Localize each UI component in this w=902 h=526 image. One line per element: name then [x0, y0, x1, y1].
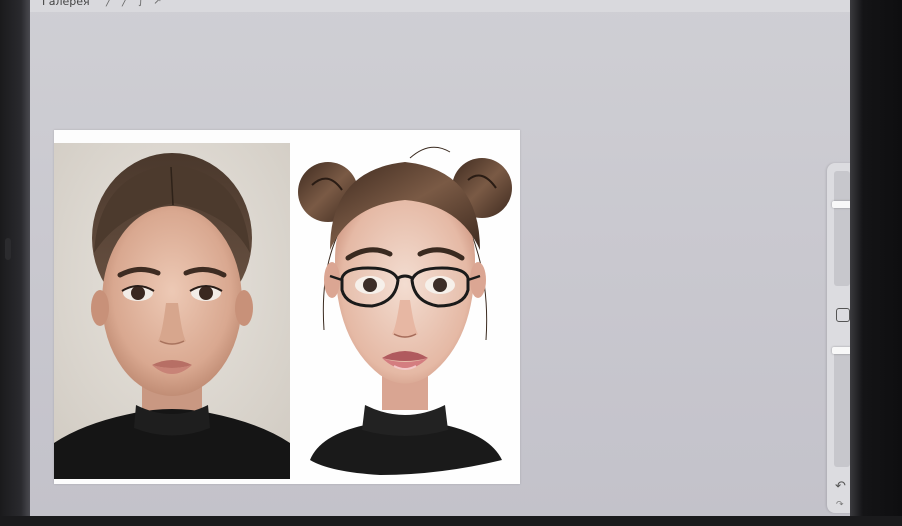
selection-icon[interactable]: ∫ [138, 0, 153, 7]
magic-wand-icon[interactable]: ╱ [122, 0, 138, 7]
drawing-canvas[interactable] [54, 130, 520, 484]
brush-size-slider[interactable] [834, 171, 850, 286]
reference-photo [54, 143, 290, 479]
tablet-bezel-right [850, 0, 902, 526]
illustrated-portrait [290, 130, 520, 484]
modify-button[interactable] [836, 308, 850, 322]
bezel-side-button [5, 238, 11, 260]
undo-icon[interactable]: ↶ [835, 479, 846, 494]
brush-sidebar: ↶ ↷ [827, 163, 852, 513]
opacity-slider[interactable] [834, 351, 850, 467]
wrench-icon[interactable]: ╱ [106, 0, 122, 7]
reference-photo-art [54, 143, 290, 479]
tablet-bezel-bottom [0, 516, 902, 526]
gallery-button[interactable]: Галерея [42, 0, 90, 8]
top-toolbar: Галерея ╱╱∫↗ [30, 0, 852, 12]
toolbar-tools[interactable]: ╱╱∫↗ [106, 0, 172, 7]
opacity-handle[interactable] [832, 347, 852, 354]
redo-icon[interactable]: ↷ [836, 500, 844, 510]
transform-icon[interactable]: ↗ [153, 0, 171, 7]
app-screen: Галерея ╱╱∫↗ ↶ ↷ [30, 0, 852, 518]
brush-size-handle[interactable] [832, 201, 852, 208]
tablet-bezel-left [0, 0, 30, 526]
illustrated-portrait-art [290, 130, 520, 484]
